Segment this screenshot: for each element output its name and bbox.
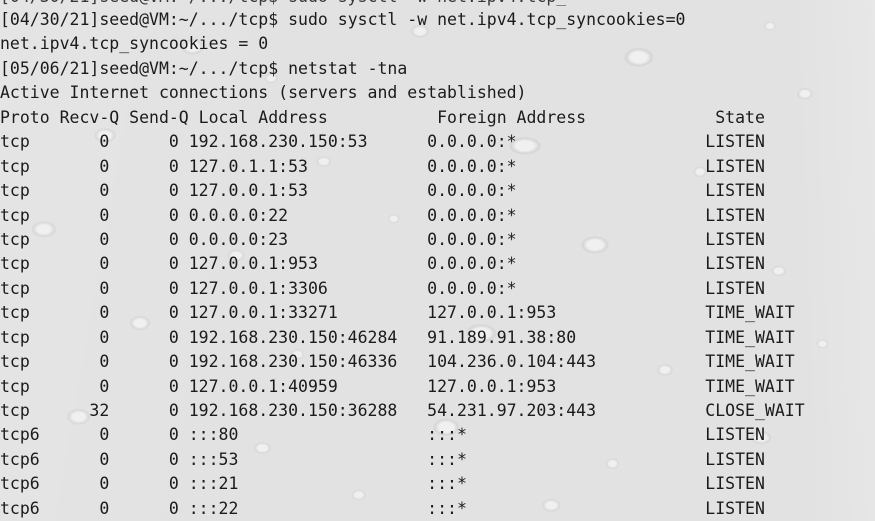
netstat-row: tcp 0 0 192.168.230.150:46284 91.189.91.… xyxy=(0,327,795,347)
sysctl-output-text: net.ipv4.tcp_syncookies = 0 xyxy=(0,34,269,54)
netstat-row: tcp 32 0 192.168.230.150:36288 54.231.97… xyxy=(0,401,805,420)
netstat-banner: Active Internet connections (servers and… xyxy=(0,81,875,105)
netstat-row: tcp 0 0 127.0.0.1:40959 127.0.0.1:953 TI… xyxy=(0,376,795,396)
command-text-2: netstat -tna xyxy=(288,58,408,78)
command-line-2: [05/06/21]seed@VM:~/.../tcp$ netstat -tn… xyxy=(0,57,875,81)
shell-prompt-1: [04/30/21]seed@VM:~/.../tcp$ xyxy=(0,10,289,29)
terminal-window[interactable]: [04/30/21]seed@VM:~/.../tcp$ sudo sysctl… xyxy=(0,0,875,521)
netstat-row: tcp 0 0 0.0.0.0:22 0.0.0.0:* LISTEN xyxy=(0,205,765,225)
terminal-output-area[interactable]: [04/30/21]seed@VM:~/.../tcp$ sudo sysctl… xyxy=(0,0,875,521)
netstat-row: tcp 0 0 0.0.0.0:23 0.0.0.0:* LISTEN xyxy=(0,229,765,249)
command-line-1: [04/30/21]seed@VM:~/.../tcp$ sudo sysctl… xyxy=(0,8,875,32)
netstat-row: tcp 0 0 192.168.230.150:46336 104.236.0.… xyxy=(0,352,795,372)
netstat-row: tcp6 0 0 :::21 :::* LISTEN xyxy=(0,474,765,494)
scrollback-clipped-text: [04/30/21]seed@VM:~/.../tcp$ sudo sysctl… xyxy=(0,0,566,8)
netstat-row: tcp6 0 0 :::22 :::* LISTEN xyxy=(0,498,765,518)
netstat-row: tcp 0 0 127.0.0.1:3306 0.0.0.0:* LISTEN xyxy=(0,278,765,298)
scrollback-clipped-line: [04/30/21]seed@VM:~/.../tcp$ sudo sysctl… xyxy=(0,0,875,8)
command-text-1: sudo sysctl -w net.ipv4.tcp_syncookies=0 xyxy=(288,10,686,29)
netstat-row: tcp 0 0 192.168.230.150:53 0.0.0.0:* LIS… xyxy=(0,132,765,152)
netstat-row: tcp6 0 0 :::80 :::* LISTEN xyxy=(0,425,765,445)
command-output-1: net.ipv4.tcp_syncookies = 0 xyxy=(0,32,875,56)
netstat-banner-text: Active Internet connections (servers and… xyxy=(0,83,527,103)
shell-prompt-2: [05/06/21]seed@VM:~/.../tcp$ xyxy=(0,58,289,78)
netstat-header-row: Proto Recv-Q Send-Q Local Address Foreig… xyxy=(0,107,765,127)
netstat-connection-table: tcp 0 0 192.168.230.150:53 0.0.0.0:* LIS… xyxy=(0,130,875,521)
netstat-row: tcp 0 0 127.0.0.1:53 0.0.0.0:* LISTEN xyxy=(0,181,765,201)
netstat-row: tcp 0 0 127.0.1.1:53 0.0.0.0:* LISTEN xyxy=(0,156,765,176)
netstat-row: tcp6 0 0 :::53 :::* LISTEN xyxy=(0,449,765,469)
netstat-row: tcp 0 0 127.0.0.1:953 0.0.0.0:* LISTEN xyxy=(0,254,765,274)
netstat-row: tcp 0 0 127.0.0.1:33271 127.0.0.1:953 TI… xyxy=(0,303,795,323)
